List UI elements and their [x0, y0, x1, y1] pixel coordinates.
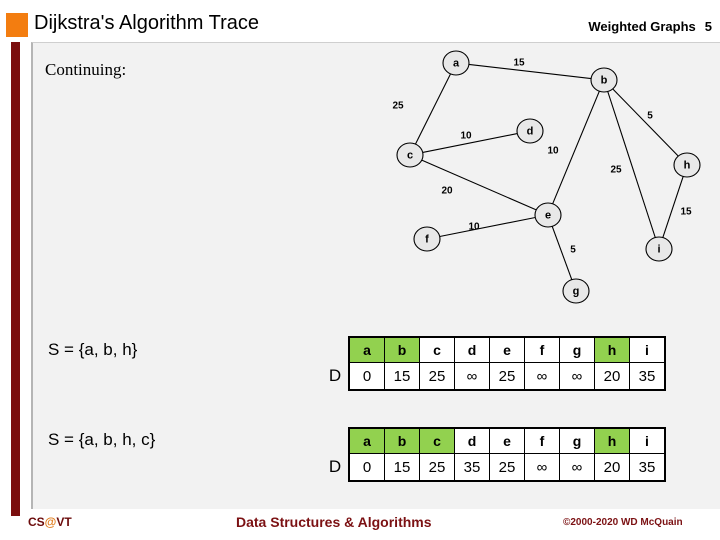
- table-value-cell-i: 35: [629, 362, 666, 391]
- graph-edge-b-h: [612, 88, 679, 157]
- table-value-cell-c: 25: [419, 362, 455, 391]
- graph-edge-a-b: [468, 63, 592, 80]
- distance-table-step-1: D abcdefghi 0 15 25 ∞ 25 ∞ ∞ 20 35: [322, 336, 666, 391]
- graph-edge-weight-a-c: 25: [392, 101, 404, 112]
- table-header-cell-a: a: [348, 427, 385, 454]
- table-value-cell-h: 20: [594, 453, 630, 482]
- table-value-cell-b: 15: [384, 362, 420, 391]
- graph-edge-e-b: [552, 90, 600, 205]
- table-header-cell-c: c: [419, 336, 455, 363]
- table-step-2: abcdefghi 0 15 25 35 25 ∞ ∞ 20 35: [348, 427, 666, 482]
- table-header-row: abcdefghi: [348, 427, 666, 454]
- table-value-row: 0 15 25 35 25 ∞ ∞ 20 35: [348, 453, 666, 482]
- header-subject: Weighted Graphs 5: [588, 19, 712, 34]
- graph-edge-weight-e-f: 10: [468, 222, 480, 233]
- graph-edge-c-e: [421, 159, 537, 211]
- graph-edge-weight-b-i: 25: [610, 165, 622, 176]
- graph-node-label-e: e: [545, 210, 551, 222]
- table-value-cell-c: 25: [419, 453, 455, 482]
- table-header-cell-e: e: [489, 336, 525, 363]
- graph-node-label-a: a: [453, 58, 460, 70]
- table-value-cell-d: 35: [454, 453, 490, 482]
- table-value-cell-h: 20: [594, 362, 630, 391]
- graph-edge-e-f: [439, 216, 536, 238]
- graph-node-group: a b c d e f g h i: [396, 50, 701, 304]
- table-value-cell-a: 0: [348, 362, 385, 391]
- graph-edge-weight-c-d: 10: [460, 131, 472, 142]
- graph-node-label-d: d: [527, 126, 534, 138]
- graph-node-label-h: h: [684, 160, 691, 172]
- table-header-cell-i: i: [629, 336, 666, 363]
- table-header-cell-f: f: [524, 336, 560, 363]
- graph-edge-weight-e-b: 10: [547, 146, 559, 157]
- table-value-cell-e: 25: [489, 453, 525, 482]
- table-header-cell-b: b: [384, 336, 420, 363]
- footer-accent-square: [11, 503, 20, 516]
- table-value-cell-e: 25: [489, 362, 525, 391]
- table-header-row: abcdefghi: [348, 336, 666, 363]
- table-header-cell-d: d: [454, 427, 490, 454]
- table-value-cell-f: ∞: [524, 453, 560, 482]
- table-header-cell-g: g: [559, 336, 595, 363]
- graph-edge-weight-h-i: 15: [680, 207, 692, 218]
- distance-table-letter-2: D: [328, 457, 342, 476]
- graph-edge-weight-b-h: 5: [647, 111, 653, 122]
- distance-table-step-2: D abcdefghi 0 15 25 35 25 ∞ ∞ 20 35: [322, 427, 666, 482]
- at-icon: @: [44, 515, 57, 529]
- graph-node-label-i: i: [657, 244, 660, 256]
- graph-edge-a-c: [414, 73, 452, 145]
- continuing-label: Continuing:: [45, 60, 127, 79]
- table-value-cell-b: 15: [384, 453, 420, 482]
- graph-edge-e-g: [551, 226, 573, 280]
- table-step-1: abcdefghi 0 15 25 ∞ 25 ∞ ∞ 20 35: [348, 336, 666, 391]
- graph-edge-weight-e-g: 5: [570, 245, 576, 256]
- slide-root: Dijkstra's Algorithm Trace Weighted Grap…: [0, 0, 720, 540]
- table-value-cell-f: ∞: [524, 362, 560, 391]
- graph-svg: a b c d e f g h i 15 25 10 20 10 10 5 5 25 15: [392, 50, 701, 304]
- table-header-cell-h: h: [594, 427, 630, 454]
- table-value-cell-i: 35: [629, 453, 666, 482]
- table-header-cell-i: i: [629, 427, 666, 454]
- set-label-step-2: S = {a, b, h, c}: [48, 430, 156, 449]
- slide-number: 5: [704, 19, 712, 34]
- set-label-step-1: S = {a, b, h}: [48, 340, 138, 359]
- table-header-cell-c: c: [419, 427, 455, 454]
- table-header-cell-a: a: [348, 336, 385, 363]
- table-value-cell-g: ∞: [559, 362, 595, 391]
- table-header-cell-d: d: [454, 336, 490, 363]
- graph-edge-weight-a-b: 15: [513, 58, 525, 69]
- table-header-cell-e: e: [489, 427, 525, 454]
- graph-edge-weight-c-e: 20: [441, 186, 453, 197]
- header-subject-label: Weighted Graphs: [588, 19, 696, 34]
- table-value-cell-g: ∞: [559, 453, 595, 482]
- table-header-cell-g: g: [559, 427, 595, 454]
- graph-node-label-c: c: [407, 150, 413, 162]
- graph-edge-group: [414, 63, 684, 280]
- graph-node-label-b: b: [601, 75, 608, 87]
- weighted-graph-diagram: a b c d e f g h i 15 25 10 20 10 10 5 5 25 15: [360, 44, 710, 319]
- graph-node-label-f: f: [425, 234, 429, 246]
- header-accent-square: [6, 13, 28, 37]
- table-header-cell-f: f: [524, 427, 560, 454]
- footer-copyright: ©2000-2020 WD McQuain: [563, 517, 683, 528]
- table-header-cell-h: h: [594, 336, 630, 363]
- footer-course-title: Data Structures & Algorithms: [236, 514, 432, 530]
- table-value-row: 0 15 25 ∞ 25 ∞ ∞ 20 35: [348, 362, 666, 391]
- left-accent-bar: [11, 42, 20, 508]
- graph-node-label-g: g: [573, 286, 580, 298]
- table-value-cell-a: 0: [348, 453, 385, 482]
- table-header-cell-b: b: [384, 427, 420, 454]
- footer-logo-suffix: VT: [56, 515, 72, 529]
- page-title: Dijkstra's Algorithm Trace: [34, 12, 259, 34]
- footer-logo: CS@VT: [28, 515, 72, 529]
- footer-logo-prefix: CS: [28, 515, 45, 529]
- table-value-cell-d: ∞: [454, 362, 490, 391]
- distance-table-letter-1: D: [328, 366, 342, 385]
